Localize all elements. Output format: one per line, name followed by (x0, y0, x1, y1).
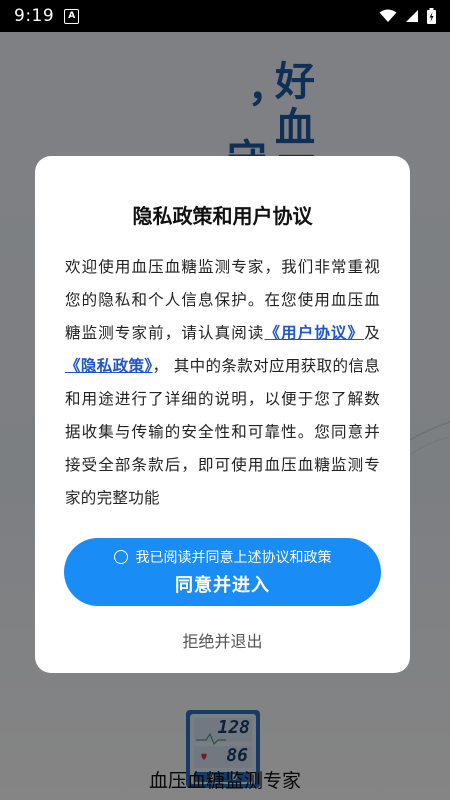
dialog-title: 隐私政策和用户协议 (132, 204, 313, 228)
dialog-body: 欢迎使用血压血糖监测专家，我们非常重视您的隐私和个人信息保护。在您使用血压血糖监… (65, 251, 380, 515)
status-bar: 9:19 A (0, 0, 450, 32)
privacy-dialog: 隐私政策和用户协议 欢迎使用血压血糖监测专家，我们非常重视您的隐私和个人信息保护… (35, 156, 410, 673)
agree-and-enter-button[interactable]: 我已阅读并同意上述协议和政策 同意并进入 (64, 538, 381, 606)
signal-icon (406, 10, 418, 22)
user-agreement-link[interactable]: 《用户协议》 (264, 324, 364, 342)
battery-icon (427, 8, 436, 24)
consent-text: 我已阅读并同意上述协议和政策 (135, 550, 332, 566)
body-text-and: 及 (364, 324, 380, 342)
status-time: 9:19 (14, 6, 55, 26)
notification-icon: A (64, 8, 80, 24)
agree-button-label: 同意并进入 (175, 575, 270, 596)
wifi-icon (379, 9, 397, 22)
privacy-policy-link[interactable]: 《隐私政策》 (65, 357, 153, 375)
body-text-part2: ， 其中的条款对应用获取的信息和用途进行了详细的说明，以便于您了解数据收集与传输… (65, 357, 380, 507)
consent-radio-icon[interactable] (113, 550, 128, 564)
consent-checkbox-row[interactable]: 我已阅读并同意上述协议和政策 (113, 547, 332, 567)
reject-and-exit-button[interactable]: 拒绝并退出 (35, 628, 410, 652)
